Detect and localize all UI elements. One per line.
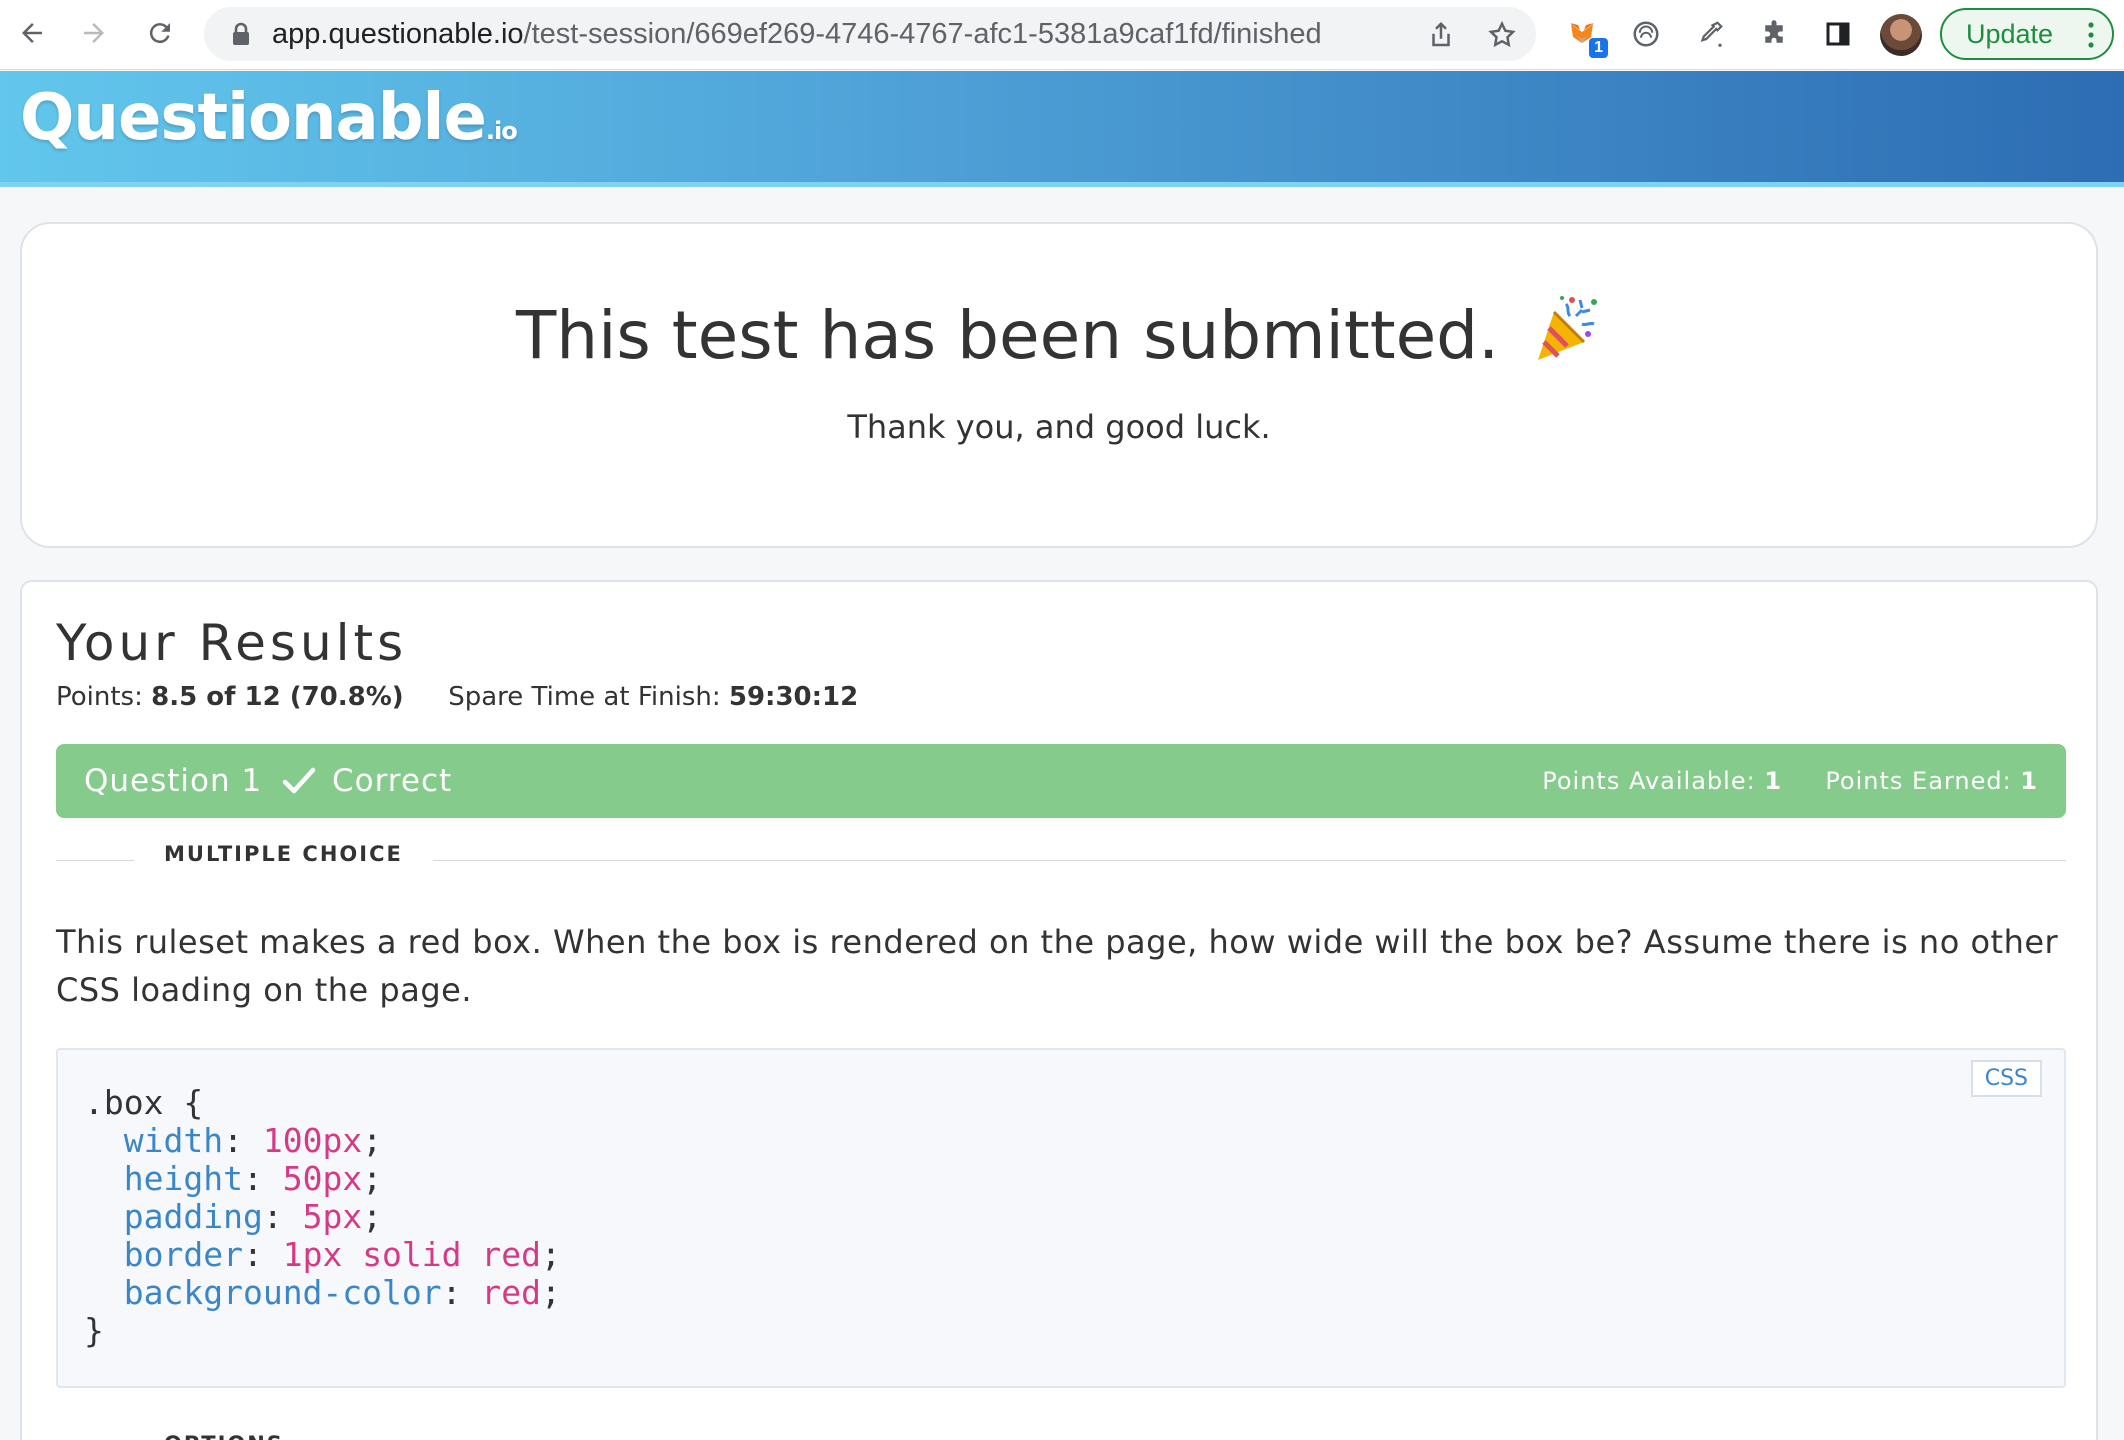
code-value: 1px solid red <box>282 1235 541 1274</box>
puzzle-icon <box>1765 20 1783 43</box>
code-language-tag: CSS <box>1970 1060 2042 1097</box>
profile-avatar[interactable] <box>1880 14 1922 56</box>
results-heading: Your Results <box>56 614 408 672</box>
share-icon[interactable] <box>1426 20 1456 50</box>
bookmark-star-icon[interactable] <box>1487 20 1517 50</box>
submission-card: This test has been submitted. Thank you,… <box>20 222 2098 548</box>
points-earned-label: Points Earned: <box>1825 767 2012 795</box>
results-summary: Points: 8.5 of 12 (70.8%) Spare Time at … <box>56 682 858 712</box>
submission-title-text: This test has been submitted. <box>515 297 1500 374</box>
metamask-extension[interactable]: 1 <box>1562 14 1608 58</box>
points-label: Points: <box>56 682 143 712</box>
party-popper-icon <box>1538 296 1598 360</box>
eyedropper-extension[interactable] <box>1690 14 1730 54</box>
code-content: .box { width: 100px; height: 50px; paddi… <box>84 1083 561 1350</box>
logo-text: Questionable <box>20 81 487 155</box>
code-value: red <box>481 1273 541 1312</box>
spare-time-label: Spare Time at Finish: <box>448 682 721 712</box>
points-available-label: Points Available: <box>1542 767 1756 795</box>
app-header: Questionable.io <box>0 71 2124 187</box>
code-value: 100px <box>262 1121 363 1160</box>
question-type-label: MULTIPLE CHOICE <box>134 842 433 866</box>
arrow-right-icon <box>84 23 104 43</box>
eyedropper-icon <box>1700 21 1723 47</box>
code-prop: width <box>123 1121 224 1160</box>
points-value: 8.5 of 12 (70.8%) <box>151 682 404 712</box>
submission-title: This test has been submitted. <box>22 294 2096 374</box>
url-path: /test-session/669ef269-4746-4767-afc1-53… <box>523 18 1322 50</box>
lock-icon <box>233 22 249 45</box>
side-panel-button[interactable] <box>1818 14 1858 54</box>
checkmark-icon <box>282 767 316 794</box>
update-label: Update <box>1966 18 2054 49</box>
app-logo[interactable]: Questionable.io <box>20 81 518 155</box>
back-button[interactable] <box>12 13 52 53</box>
results-card: Your Results Points: 8.5 of 12 (70.8%) S… <box>20 580 2098 1440</box>
code-value: 5px <box>302 1197 363 1236</box>
question-points: Points Available: 1 Points Earned: 1 <box>1542 744 2038 818</box>
code-prop: background-color <box>123 1273 442 1312</box>
extensions-button[interactable] <box>1754 14 1794 54</box>
code-close: } <box>84 1311 104 1350</box>
extension-two[interactable] <box>1626 14 1666 54</box>
forward-button[interactable] <box>74 13 114 53</box>
code-prop: height <box>123 1159 243 1198</box>
circle-extension-icon <box>1633 21 1659 47</box>
question-result-bar: Question 1 Correct Points Available: 1 P… <box>56 744 2066 818</box>
submission-subtitle: Thank you, and good luck. <box>847 408 1271 446</box>
address-bar[interactable]: app.questionable.io/test-session/669ef26… <box>204 7 1536 61</box>
points-available-value: 1 <box>1764 767 1783 795</box>
logo-suffix: .io <box>485 117 518 145</box>
code-prop: padding <box>123 1197 263 1236</box>
update-button[interactable]: Update <box>1940 8 2114 60</box>
question-title: Question 1 <box>84 763 263 799</box>
reload-button[interactable] <box>140 13 180 53</box>
arrow-left-icon <box>22 23 42 43</box>
url-host: app.questionable.io <box>272 18 524 50</box>
code-prop: border <box>123 1235 243 1274</box>
code-block: CSS .box { width: 100px; height: 50px; p… <box>56 1048 2066 1388</box>
points-earned-value: 1 <box>2020 767 2038 795</box>
browser-toolbar: app.questionable.io/test-session/669ef26… <box>0 0 2124 70</box>
side-panel-icon <box>1826 22 1850 46</box>
reload-icon <box>149 23 170 44</box>
more-vert-icon <box>2088 22 2094 48</box>
options-label: OPTIONS <box>134 1432 314 1440</box>
code-selector: .box { <box>84 1083 204 1122</box>
question-text: This ruleset makes a red box. When the b… <box>56 923 2059 1009</box>
question-status: Correct <box>332 763 453 799</box>
code-value: 50px <box>282 1159 363 1198</box>
spare-time-value: 59:30:12 <box>728 682 859 712</box>
extension-badge: 1 <box>1589 38 1608 58</box>
url-text[interactable]: app.questionable.io/test-session/669ef26… <box>272 7 1322 61</box>
